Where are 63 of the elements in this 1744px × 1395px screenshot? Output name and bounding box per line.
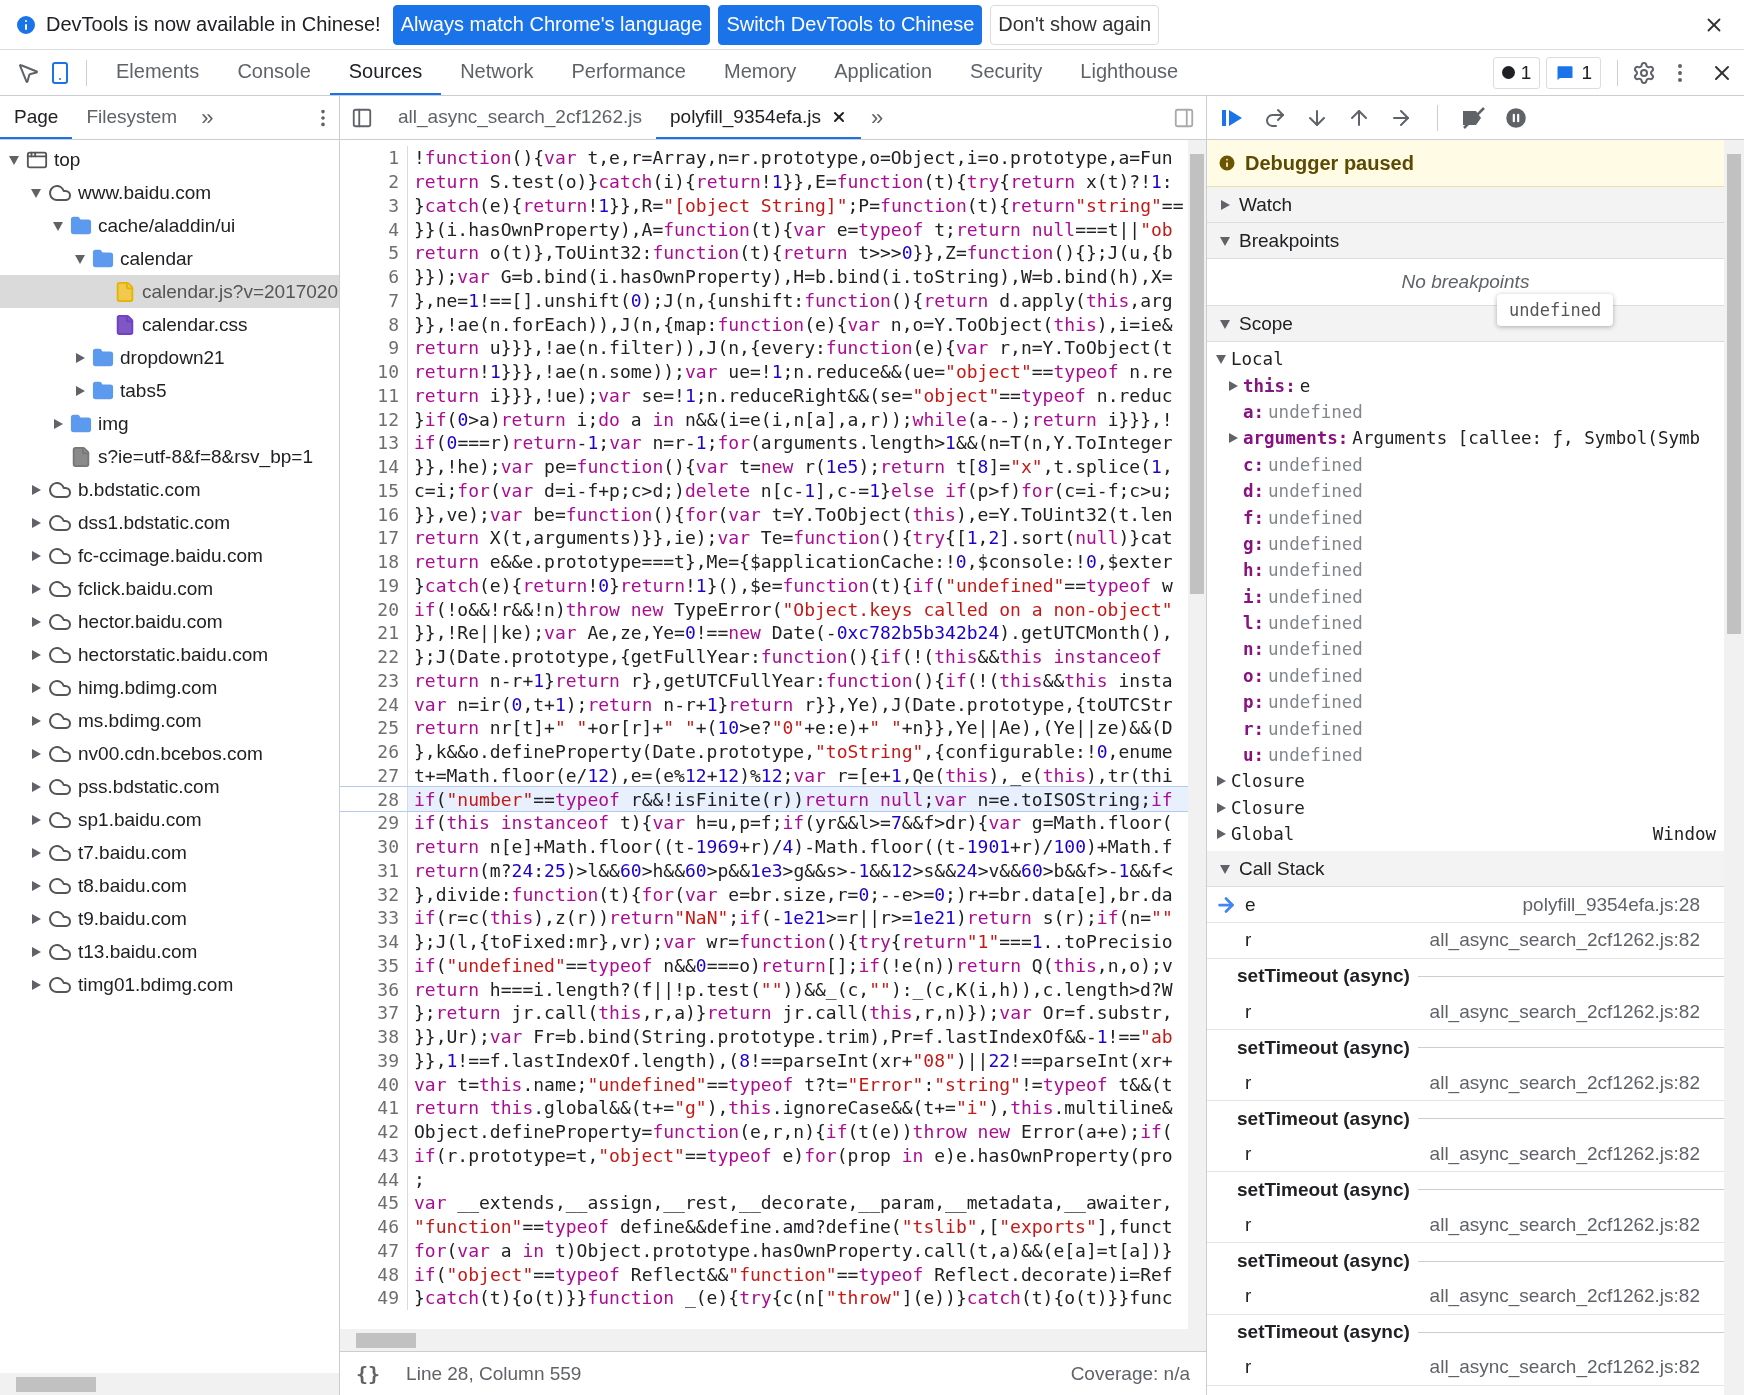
- code-line: return u}}},!ae(n.filter)),J(n,{every:function(e){var r,n=Y.ToObject(t: [413, 337, 1173, 359]
- code-line: }}(i.hasOwnProperty),A=function(t){var e=typeof t;return null===t||"ob: [413, 218, 1173, 240]
- code-line: }catch(t){o(t)}}function _(e){try{c(n["throw"](e))}catch(t){o(t)}}func: [413, 1287, 1173, 1309]
- code-line: }catch(e){return!0}return!1}(),$e=function(t){if("undefined"==typeof w: [413, 574, 1173, 596]
- code-line: return!1}}},!ae(n.some));var ue=!1;n.reduce&&(ue="object"==typeof n.re: [413, 361, 1173, 383]
- code-line: };return jr.call(this,r,a)}return jr.call(this,r,n)});var Or=f.substr,: [413, 1002, 1173, 1024]
- code-line: }},ve);var be=function(){for(var t=Y.ToObject(this),e=Y.ToUint32(t.len: [413, 503, 1173, 525]
- code-line: return(m?24:25)>l&&60>h&&60>p&&1e3>g&&s>-1&&12>s&&24>v&&60>b&&f>-1&&f<: [413, 859, 1173, 881]
- code-line: }catch(e){return!1}},R="[object String]";P=function(t){return"string"==: [413, 194, 1184, 216]
- code-line: t+=Math.floor(e/12),e=(e%12+12)%12;var r=[e+1,Qe(this),_e(this),tr(thi: [413, 764, 1173, 786]
- line-number: 27: [340, 763, 408, 788]
- code-line: return n[e]+Math.floor((t-1969+r)/4)-Math.floor((t-1901+r)/100)+Math.f: [413, 836, 1173, 858]
- code-line: return i}}},!ue);var se=!1;n.reduceRight&&(se="object"==typeof n.reduc: [413, 384, 1173, 406]
- code-line: if(r=c(this),z(r))return"NaN";if(-1e21>=r||r>=1e21)return s(r);if(n="": [413, 907, 1173, 929]
- code-line: }},!ae(n.forEach)),J(n,{map:function(e){var n,o=Y.ToObject(this),i=ie&: [413, 313, 1173, 335]
- code-line: }});var G=b.bind(i.hasOwnProperty),H=b.bind(i.toString),W=b.bind(h),X=: [413, 266, 1173, 288]
- code-line: if("object"==typeof Reflect&&"function"==typeof Reflect.decorate)i=Ref: [413, 1263, 1173, 1285]
- code-line: "function"==typeof define&&define.amd?define("tslib",["exports"],funct: [413, 1216, 1173, 1238]
- code-line: Object.defineProperty=function(e,r,n){if(t(e))throw new Error(a+e);if(: [413, 1121, 1173, 1143]
- async-separator: setTimeout (async): [1236, 1321, 1411, 1344]
- code-line: var t=this.name;"undefined"==typeof t?t="Error":"string"!=typeof t&&(t: [413, 1073, 1173, 1095]
- code-line: }if(0>a)return i;do a in n&&(i=e(i,n[a],a,r));while(a--);return i}}},!: [413, 408, 1173, 430]
- code-line: var n=ir(0,t+1);return n-r+1}return r}},Ye),J(Date.prototype,{toUTCStr: [413, 693, 1173, 715]
- async-separator: setTimeout (async): [1236, 1178, 1411, 1201]
- code-line: return e&&e.prototype===t},Me={$applicationCache:!0,$console:!0,$exter: [413, 551, 1173, 573]
- code-line: };J(Date.prototype,{getFullYear:function(){if(!(this&&this instanceof: [413, 646, 1162, 668]
- code-line: return n-r+1}return r},getUTCFullYear:function(){if(!(this&&this insta: [413, 669, 1173, 691]
- async-separator: setTimeout (async): [1236, 1250, 1411, 1273]
- code-line: return nr[t]+" "+or[r]+" "+(10>e?"0"+e:e)+" "+n}},Ye||Ae),(Ye||ze)&&(D: [413, 717, 1173, 739]
- code-line: return X(t,arguments)}},ie);var Te=function(){try{[1,2].sort(null)}cat: [413, 527, 1173, 549]
- cursor-position: Line 28, Column 559: [406, 1362, 582, 1385]
- code-line: if(r.prototype=t,"object"==typeof e)for(prop in e)e.hasOwnProperty(pro: [413, 1144, 1173, 1166]
- code-line: },divide:function(t){for(var e=br.size,r=0;--e>=0;)r+=br.data[e],br.da: [413, 883, 1173, 905]
- code-line: if(!o&&!r&&!n)throw new TypeError("Object.keys called on a non-object": [413, 598, 1173, 620]
- async-separator: setTimeout (async): [1236, 1036, 1411, 1059]
- code-line: }},!Re||ke);var Ae,ze,Ye=0!==new Date(-0xc782b5b342b24).getUTCMonth(),: [413, 622, 1173, 644]
- code-line: },k&&o.defineProperty(Date.prototype,"toString",{configurable:!0,enume: [413, 741, 1173, 763]
- value-tooltip: undefined: [1497, 294, 1614, 326]
- code-line: return S.test(o)}catch(i){return!1}},E=function(t){try{return x(t)?!1:: [413, 171, 1173, 193]
- code-line: ;: [413, 1168, 425, 1190]
- code-line: c=i;for(var d=i-f+p;c>d;)delete n[c-1],c-=1}else if(p>f)for(c=i-f;c>u;: [413, 479, 1173, 501]
- coverage-status: Coverage: n/a: [1070, 1362, 1190, 1385]
- async-separator: setTimeout (async): [1236, 1107, 1411, 1130]
- code-line: return o(t)},ToUint32:function(t){return t>>>0}},Z=function(){};J(u,{b: [413, 242, 1173, 264]
- code-line: for(var a in t)Object.prototype.hasOwnProperty.call(t,a)&&(e[a]=t[a])}: [413, 1239, 1173, 1261]
- line-number: 28: [340, 787, 408, 811]
- code-line: }},1!==f.lastIndexOf.length),(8!==parseInt(xr+"08")||22!==parseInt(xr+: [413, 1049, 1173, 1071]
- code-line: if(this instanceof t){var h=u,p=f;if(yr&&l>=7&&f>dr){var g=Math.floor(: [413, 812, 1173, 834]
- code-line: var __extends,__assign,__rest,__decorate,__param,__metadata,__awaiter,: [413, 1192, 1173, 1214]
- code-line: }},!he);var pe=function(){var t=new r(1e5);return t[8]="x",t.splice(1,: [413, 456, 1173, 478]
- async-separator: setTimeout (async): [1236, 965, 1411, 988]
- paused-banner: Debugger paused: [1207, 140, 1724, 187]
- code-line: return h===i.length?(f||!p.test(""))&&_(c,""):_(c,K(i,h)),c.length>d?W: [413, 978, 1173, 1000]
- code-line: if("undefined"==typeof n&&0===o)return[];if(!e(n))return Q(this,n,o);v: [413, 954, 1173, 976]
- code-line: if(0===r)return-1;var n=r-1;for(arguments.length>1&&(n=T(n,Y.ToInteger: [413, 432, 1173, 454]
- code-line: !function(){var t,e,r=Array,n=r.prototype,o=Object,i=o.prototype,a=Fun: [413, 147, 1173, 169]
- code-line: },ne=1!==[].unshift(0);J(n,{unshift:function(){return d.apply(this,arg: [413, 289, 1173, 311]
- code-line: if("number"==typeof r&&!isFinite(r))return null;var n=e.toISOString;if: [413, 788, 1173, 810]
- code-line: return this.global&&(t+="g"),this.ignoreCase&&(t+="i"),this.multiline&: [413, 1097, 1173, 1119]
- code-line: };J(l,{toFixed:mr},vr);var wr=function(){try{return"1"===1..toPrecisio: [413, 931, 1173, 953]
- infobar-message: DevTools is now available in Chinese!: [46, 13, 381, 36]
- line-number: 29: [340, 811, 408, 835]
- code-line: }},Ur);var Fr=b.bind(String.prototype.trim),Pr=f.lastIndexOf&&-1!=="ab: [413, 1026, 1173, 1048]
